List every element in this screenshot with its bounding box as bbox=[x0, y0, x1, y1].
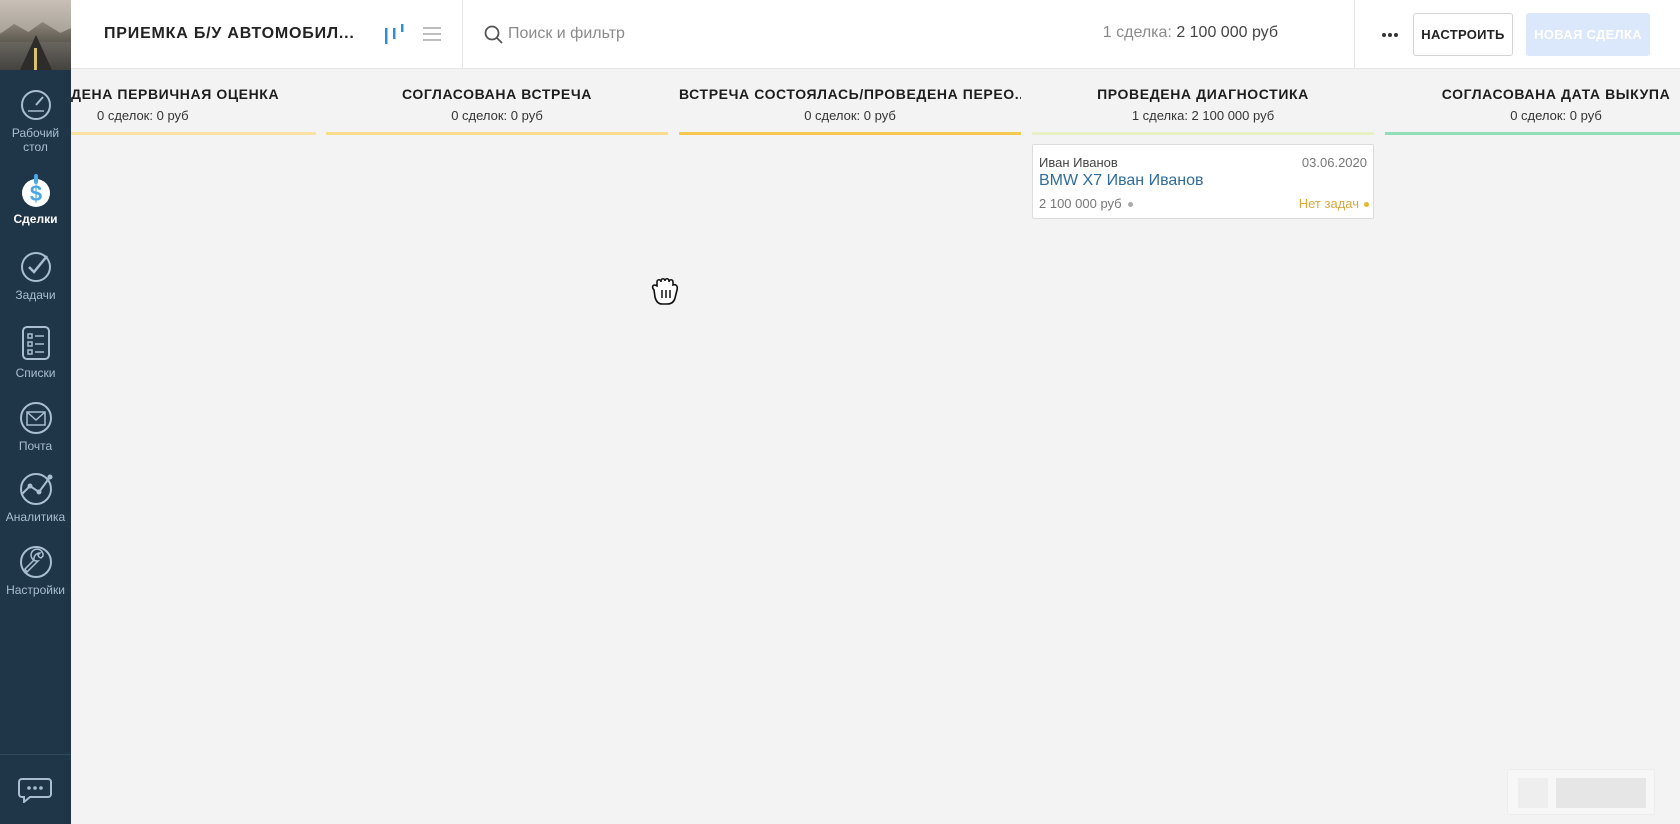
sidebar-item-label: Задачи bbox=[15, 288, 56, 302]
chat-section bbox=[0, 754, 71, 824]
search-icon bbox=[484, 25, 503, 44]
divider bbox=[462, 0, 463, 69]
deal-contact[interactable]: Иван Иванов bbox=[1039, 155, 1118, 170]
price-dot-icon bbox=[1128, 202, 1133, 207]
sidebar-item-label: Почта bbox=[18, 439, 53, 453]
list-view-icon[interactable] bbox=[422, 25, 442, 43]
sidebar-item-label: Сделки bbox=[13, 212, 58, 226]
settings-icon bbox=[19, 546, 52, 578]
pipeline-column: СОГЛАСОВАНА ВСТРЕЧА 0 сделок: 0 руб bbox=[326, 70, 668, 140]
sidebar: Рабочий стол $ Сделки Задачи Списки Почт… bbox=[0, 0, 71, 824]
column-title: ВСТРЕЧА СОСТОЯЛАСЬ/ПРОВЕДЕНА ПЕРЕО... bbox=[679, 86, 1021, 102]
avatar[interactable] bbox=[0, 0, 71, 70]
column-title: СОГЛАСОВАНА ДАТА ВЫКУПА bbox=[1441, 86, 1671, 102]
sidebar-item-lists[interactable]: Списки bbox=[0, 322, 71, 380]
sidebar-item-mail[interactable]: Почта bbox=[0, 401, 71, 453]
mail-icon bbox=[19, 402, 52, 434]
divider bbox=[1354, 0, 1355, 69]
new-deal-button[interactable]: НОВАЯ СДЕЛКА bbox=[1526, 13, 1650, 56]
column-color-bar bbox=[1385, 132, 1680, 135]
sidebar-item-label: Списки bbox=[15, 366, 56, 380]
chat-icon[interactable] bbox=[18, 777, 52, 803]
summary-value: 2 100 000 руб bbox=[1176, 24, 1278, 41]
pipeline-column: ДЕНА ПЕРВИЧНАЯ ОЦЕНКА 0 сделок: 0 руб bbox=[71, 70, 316, 140]
deals-summary: 1 сделка: 2 100 000 руб bbox=[1103, 24, 1278, 42]
pipeline-column: ВСТРЕЧА СОСТОЯЛАСЬ/ПРОВЕДЕНА ПЕРЕО... 0 … bbox=[679, 70, 1021, 140]
sidebar-item-dashboard[interactable]: Рабочий стол bbox=[0, 88, 71, 154]
sidebar-item-settings[interactable]: Настройки bbox=[0, 545, 71, 597]
top-bar: ПРИЕМКА Б/У АВТОМОБИЛ... 1 сделка: 2 100… bbox=[71, 0, 1680, 69]
kanban-view-icon[interactable] bbox=[384, 24, 406, 44]
pipeline-column: СОГЛАСОВАНА ДАТА ВЫКУПА 0 сделок: 0 руб bbox=[1385, 70, 1680, 140]
column-color-bar bbox=[71, 132, 316, 135]
deal-date: 03.06.2020 bbox=[1301, 155, 1367, 170]
summary-label: 1 сделка: bbox=[1102, 24, 1172, 41]
column-color-bar bbox=[1032, 132, 1374, 135]
column-title: ДЕНА ПЕРВИЧНАЯ ОЦЕНКА bbox=[71, 86, 280, 102]
setup-button[interactable]: НАСТРОИТЬ bbox=[1413, 13, 1513, 56]
tasks-icon bbox=[20, 252, 51, 282]
column-color-bar bbox=[679, 132, 1021, 135]
analytics-icon bbox=[19, 473, 52, 505]
grab-cursor-icon bbox=[651, 277, 679, 305]
deal-card[interactable]: Иван Иванов 03.06.2020 BMW X7 Иван Ивано… bbox=[1032, 144, 1374, 219]
column-stats: 0 сделок: 0 руб bbox=[804, 108, 896, 123]
pipeline-column: ПРОВЕДЕНА ДИАГНОСТИКА 1 сделка: 2 100 00… bbox=[1032, 70, 1374, 140]
tasks-dot-icon bbox=[1364, 202, 1369, 207]
deal-tasks-status[interactable]: Нет задач bbox=[1299, 196, 1359, 211]
column-stats: 0 сделок: 0 руб bbox=[97, 108, 189, 123]
pipeline-title[interactable]: ПРИЕМКА Б/У АВТОМОБИЛ... bbox=[104, 25, 355, 43]
deals-icon: $ bbox=[21, 174, 50, 207]
deal-name[interactable]: BMW X7 Иван Иванов bbox=[1039, 172, 1204, 190]
sidebar-item-tasks[interactable]: Задачи bbox=[0, 250, 71, 302]
search-input[interactable] bbox=[508, 22, 908, 46]
column-color-bar bbox=[326, 132, 668, 135]
sidebar-item-label: Настройки bbox=[6, 583, 65, 597]
column-title: ПРОВЕДЕНА ДИАГНОСТИКА bbox=[1097, 86, 1309, 102]
more-options-button[interactable] bbox=[1370, 0, 1410, 69]
column-stats: 0 сделок: 0 руб bbox=[451, 108, 543, 123]
mini-widget[interactable] bbox=[1507, 769, 1655, 815]
deal-price: 2 100 000 руб bbox=[1039, 196, 1122, 211]
sidebar-item-label: Аналитика bbox=[5, 510, 66, 524]
sidebar-item-deals[interactable]: $ Сделки bbox=[0, 174, 71, 226]
sidebar-item-analytics[interactable]: Аналитика bbox=[0, 472, 71, 524]
lists-icon bbox=[21, 326, 50, 360]
column-title: СОГЛАСОВАНА ВСТРЕЧА bbox=[401, 86, 593, 102]
svg-text:$: $ bbox=[29, 181, 41, 206]
column-stats: 1 сделка: 2 100 000 руб bbox=[1131, 108, 1275, 123]
sidebar-item-label: Рабочий стол bbox=[11, 126, 60, 154]
dashboard-icon bbox=[20, 90, 51, 120]
column-stats: 0 сделок: 0 руб bbox=[1510, 108, 1602, 123]
